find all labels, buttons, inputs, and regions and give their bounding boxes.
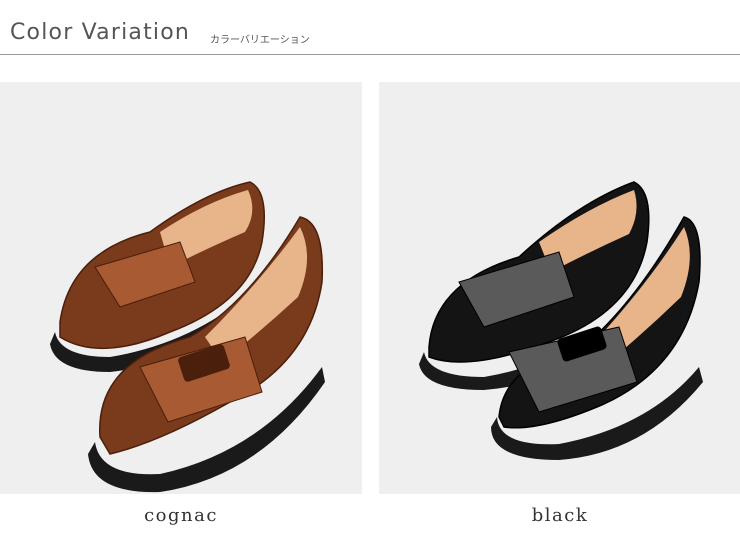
variation-label-black: black: [531, 505, 589, 526]
section-subtitle: カラーバリエーション: [210, 35, 310, 46]
variation-label-cognac: cognac: [144, 505, 218, 526]
header-divider: [0, 54, 740, 55]
section-header: Color Variation カラーバリエーション: [0, 0, 740, 56]
loafers-illustration: [419, 181, 703, 460]
cognac-loafers-photo: [0, 82, 362, 494]
section-title: Color Variation: [10, 20, 191, 45]
black-loafers-photo: [379, 82, 740, 494]
loafers-illustration: [50, 181, 325, 493]
